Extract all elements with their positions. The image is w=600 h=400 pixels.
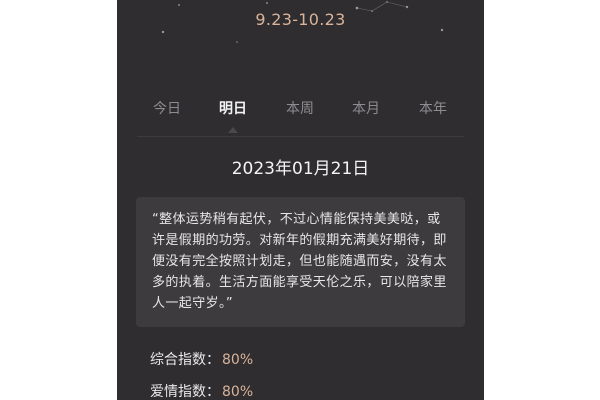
love-index-row: 爱情指数： 80% bbox=[150, 381, 253, 400]
horoscope-screen: 9.23-10.23 今日 明日 本周 本月 本年 2023年01月21日 “整… bbox=[117, 0, 484, 400]
zodiac-date-range: 9.23-10.23 bbox=[255, 10, 346, 29]
tab-this-week[interactable]: 本周 bbox=[270, 98, 330, 118]
tab-this-year[interactable]: 本年 bbox=[403, 98, 463, 118]
overall-index-label: 综合指数： bbox=[150, 352, 220, 368]
starfield-decoration bbox=[161, 1, 444, 43]
overall-index-value: 80% bbox=[222, 352, 254, 368]
love-index-label: 爱情指数： bbox=[150, 384, 220, 400]
fortune-date: 2023年01月21日 bbox=[231, 159, 370, 179]
tabs-divider bbox=[137, 136, 464, 137]
active-tab-indicator bbox=[228, 127, 238, 133]
fortune-text: “整体运势稍有起伏，不过心情能保持美美哒，或许是假期的功劳。对新年的假期充满美好… bbox=[152, 212, 447, 311]
love-index-value: 80% bbox=[222, 384, 254, 400]
tab-tomorrow-label: 明日 bbox=[219, 101, 247, 117]
overall-index-row: 综合指数： 80% bbox=[150, 349, 253, 369]
tab-this-month[interactable]: 本月 bbox=[336, 98, 396, 118]
period-tabs: 今日 明日 本周 本月 本年 bbox=[117, 98, 484, 138]
tab-tomorrow[interactable]: 明日 bbox=[203, 98, 263, 133]
tab-today[interactable]: 今日 bbox=[137, 98, 197, 118]
fortune-quote-card: “整体运势稍有起伏，不过心情能保持美美哒，或许是假期的功劳。对新年的假期充满美好… bbox=[136, 197, 465, 327]
